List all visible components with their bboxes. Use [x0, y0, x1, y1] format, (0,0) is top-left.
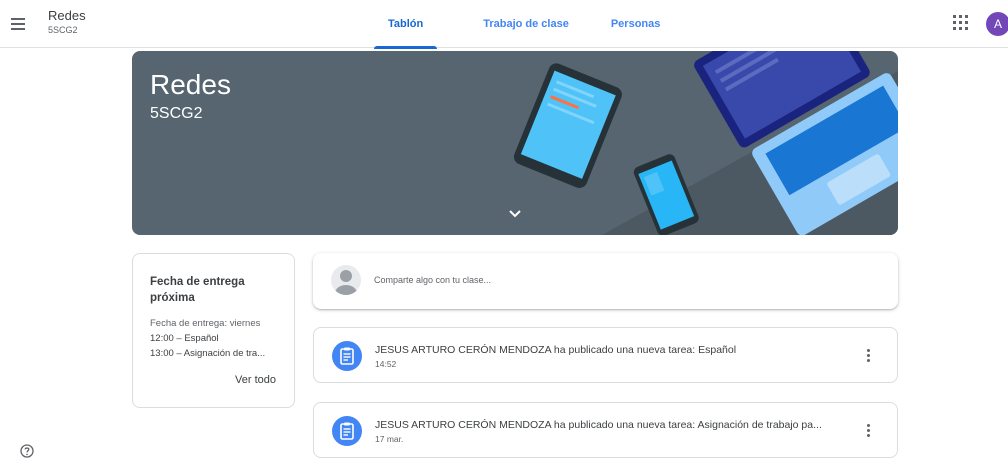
share-box[interactable]: Comparte algo con tu clase...: [313, 253, 898, 309]
post-title[interactable]: JESUS ARTURO CERÓN MENDOZA ha publicado …: [375, 419, 822, 431]
more-vert-icon[interactable]: [866, 423, 872, 439]
menu-icon[interactable]: [6, 12, 30, 36]
share-placeholder[interactable]: Comparte algo con tu clase...: [374, 275, 491, 285]
top-app-bar: Redes 5SCG2 Tablón Trabajo de clase Pers…: [0, 0, 1008, 49]
assignment-icon: [332, 416, 362, 446]
tab-people[interactable]: Personas: [611, 0, 661, 48]
upcoming-item[interactable]: 12:00 – Español: [150, 333, 219, 344]
banner-illustration: [513, 51, 898, 235]
stream-post[interactable]: JESUS ARTURO CERÓN MENDOZA ha publicado …: [313, 327, 898, 383]
class-section: 5SCG2: [48, 25, 78, 35]
stream-post[interactable]: JESUS ARTURO CERÓN MENDOZA ha publicado …: [313, 402, 898, 458]
assignment-icon: [332, 341, 362, 371]
post-time: 14:52: [375, 359, 397, 369]
tab-classwork[interactable]: Trabajo de clase: [483, 0, 569, 48]
view-all-link[interactable]: Ver todo: [235, 374, 276, 386]
tab-bar: Tablón Trabajo de clase Personas: [374, 0, 702, 49]
user-avatar-icon: [331, 265, 361, 295]
banner-class-title[interactable]: Redes: [150, 69, 231, 101]
upcoming-item[interactable]: 13:00 – Asignación de tra...: [150, 348, 265, 359]
post-time: 17 mar.: [375, 434, 404, 444]
upcoming-title: Fecha de entrega próxima: [150, 276, 245, 304]
help-icon[interactable]: [20, 444, 34, 458]
class-banner: Redes 5SCG2: [132, 51, 898, 235]
upcoming-card: Fecha de entrega próxima Fecha de entreg…: [132, 253, 295, 408]
more-vert-icon[interactable]: [866, 348, 872, 364]
upcoming-due-label: Fecha de entrega: viernes: [150, 318, 261, 329]
apps-grid-icon[interactable]: [952, 14, 970, 32]
post-title[interactable]: JESUS ARTURO CERÓN MENDOZA ha publicado …: [375, 344, 736, 356]
banner-class-section: 5SCG2: [150, 105, 203, 122]
class-title[interactable]: Redes: [48, 8, 86, 23]
tab-stream[interactable]: Tablón: [374, 0, 438, 49]
account-avatar[interactable]: A: [986, 12, 1008, 36]
chevron-down-icon[interactable]: [508, 209, 522, 219]
